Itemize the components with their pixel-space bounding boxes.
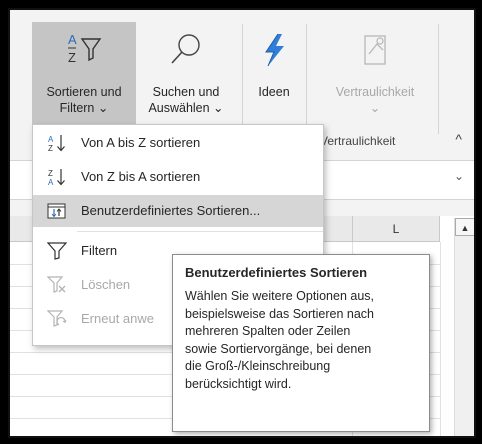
ribbon-separator: [438, 24, 439, 134]
menu-item-label: Filtern: [81, 243, 118, 258]
menu-item-label: Von A bis Z sortieren: [81, 135, 201, 150]
sensitivity-group-label: Vertraulichkeit: [320, 134, 396, 148]
tooltip-line: beispielsweise das Sortieren nach: [185, 306, 374, 321]
sort-filter-label-1: Sortieren und: [46, 85, 122, 99]
svg-text:A: A: [68, 32, 77, 47]
tooltip-line: berücksichtigt wird.: [185, 376, 292, 391]
tooltip-line: mehreren Spalten oder Zeilen: [185, 324, 351, 338]
vertical-scrollbar[interactable]: ▲: [454, 218, 474, 436]
sort-filter-icon: A Z: [68, 32, 102, 65]
menu-item-sort-z-a[interactable]: Z A Von Z bis A sortieren: [33, 161, 323, 193]
menu-separator: [77, 231, 323, 232]
custom-sort-icon: [47, 203, 66, 219]
svg-text:A: A: [48, 135, 54, 144]
excel-window: A Z Sortieren und Filtern ⌄ Suchen und A…: [8, 8, 476, 438]
tooltip-custom-sort: Benutzerdefiniertes Sortieren Wählen Sie…: [172, 254, 430, 432]
column-header-L[interactable]: L: [352, 216, 440, 242]
sort-filter-label-2: Filtern ⌄: [59, 101, 109, 115]
svg-text:Z: Z: [48, 169, 53, 178]
tooltip-title: Benutzerdefiniertes Sortieren: [185, 265, 368, 280]
tooltip-line: Wählen Sie weitere Optionen aus,: [185, 289, 374, 303]
find-select-label-2: Auswählen ⌄: [148, 101, 224, 115]
menu-item-label: Benutzerdefiniertes Sortieren...: [81, 203, 261, 218]
sort-az-icon: A Z: [48, 135, 65, 152]
sensitivity-label: Vertraulichkeit: [335, 85, 415, 99]
find-select-button[interactable]: Suchen und Auswählen ⌄: [138, 22, 234, 126]
tooltip-body: Wählen Sie weitere Optionen aus, beispie…: [185, 288, 419, 393]
menu-item-sort-a-z[interactable]: A Z Von A bis Z sortieren: [33, 127, 323, 159]
tooltip-line: sowie Sortiervorgänge, bei denen: [185, 341, 372, 356]
menu-item-label: Löschen: [81, 277, 131, 292]
lightning-icon: [265, 33, 284, 67]
sensitivity-caret: ⌄: [369, 101, 381, 115]
sensitivity-button[interactable]: Vertraulichkeit ⌄: [312, 22, 438, 126]
grid-line: [440, 242, 441, 436]
menu-item-label: Von Z bis A sortieren: [81, 169, 201, 184]
filter-icon: [47, 242, 67, 260]
find-select-label-1: Suchen und: [152, 85, 220, 99]
sensitivity-label-icon: [364, 35, 386, 65]
ribbon-separator: [306, 24, 307, 134]
scroll-up-button[interactable]: ▲: [455, 218, 474, 236]
clear-filter-icon: [47, 276, 66, 293]
svg-text:Z: Z: [48, 144, 53, 152]
expand-formula-bar-icon[interactable]: ⌄: [454, 169, 464, 183]
tooltip-line: die Groß-/Kleinschreibung: [185, 359, 331, 373]
collapse-ribbon-button[interactable]: ^: [455, 131, 462, 147]
ideas-button[interactable]: Ideen: [250, 22, 298, 126]
sort-za-icon: Z A: [48, 169, 65, 186]
svg-text:Z: Z: [68, 50, 76, 65]
sort-filter-button[interactable]: A Z Sortieren und Filtern ⌄: [32, 22, 136, 126]
reapply-icon: [47, 310, 67, 327]
ribbon-separator: [242, 24, 243, 134]
search-icon: [171, 34, 200, 64]
menu-item-label: Erneut anwe: [81, 311, 154, 326]
ideas-label: Ideen: [258, 85, 290, 99]
menu-item-custom-sort[interactable]: Benutzerdefiniertes Sortieren...: [33, 195, 323, 227]
svg-text:A: A: [48, 178, 54, 186]
